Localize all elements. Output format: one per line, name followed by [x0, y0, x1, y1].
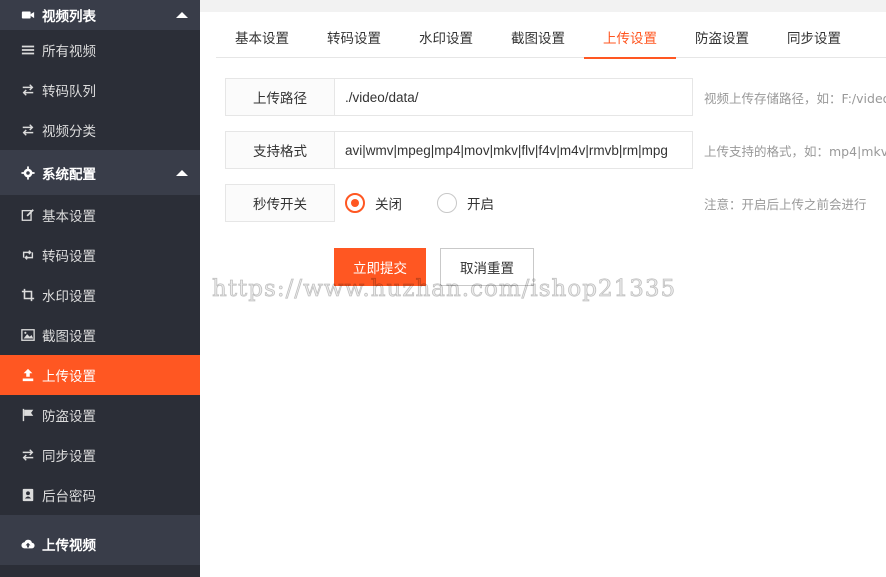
main-content: 基本设置 转码设置 水印设置 截图设置 上传设置 防盗设置 同步设置 上传路径 … [200, 0, 886, 577]
tab-basic[interactable]: 基本设置 [216, 16, 308, 58]
instant-upload-off-radio[interactable]: 关闭 [345, 184, 402, 222]
instant-upload-label: 秒传开关 [225, 184, 335, 222]
swap-arrows-icon [20, 122, 36, 138]
sidebar-item-label: 水印设置 [42, 289, 96, 305]
edit-icon [20, 207, 36, 223]
sidebar-item-transcode-settings[interactable]: 转码设置 [0, 235, 200, 275]
sidebar-item-label: 截图设置 [42, 329, 96, 345]
form-row-formats: 支持格式 avi|wmv|mpeg|mp4|mov|mkv|flv|f4v|m4… [225, 131, 886, 169]
radio-checked-icon [345, 193, 365, 213]
sidebar-item-label: 转码队列 [42, 84, 96, 100]
chevron-up-icon [176, 12, 188, 18]
reset-button[interactable]: 取消重置 [440, 248, 534, 286]
upload-path-tip: 视频上传存储路径，如：F:/video/data/ [704, 90, 886, 106]
image-icon [20, 327, 36, 343]
tab-antitheft[interactable]: 防盗设置 [676, 16, 768, 58]
formats-input[interactable]: avi|wmv|mpeg|mp4|mov|mkv|flv|f4v|m4v|rmv… [334, 131, 693, 169]
tab-screenshot[interactable]: 截图设置 [492, 16, 584, 58]
form-row-instant-upload: 秒传开关 关闭 开启 注意：开启后上传之前会进行 [225, 184, 886, 222]
formats-label: 支持格式 [225, 131, 335, 169]
radio-off-label: 关闭 [375, 197, 402, 213]
chevron-up-icon [176, 169, 188, 176]
list-icon [20, 42, 36, 58]
sidebar-item-sync-settings[interactable]: 同步设置 [0, 435, 200, 475]
sidebar-group-video-list[interactable]: 视频列表 [0, 0, 200, 30]
sidebar-item-label: 同步设置 [42, 449, 96, 465]
video-camera-icon [20, 7, 36, 23]
gear-icon [20, 165, 36, 181]
sidebar: 视频列表 所有视频 转码队列 视频分类 系统配置 基本设置 转码设置 水印设置 … [0, 0, 200, 577]
sidebar-group-label: 系统配置 [42, 166, 96, 183]
tab-upload[interactable]: 上传设置 [584, 16, 676, 59]
sidebar-item-label: 所有视频 [42, 44, 96, 60]
tab-watermark[interactable]: 水印设置 [400, 16, 492, 58]
cloud-upload-icon [20, 536, 36, 552]
sidebar-item-label: 基本设置 [42, 209, 96, 225]
sidebar-item-basic-settings[interactable]: 基本设置 [0, 195, 200, 235]
sidebar-item-label: 转码设置 [42, 249, 96, 265]
sidebar-item-antitheft-settings[interactable]: 防盗设置 [0, 395, 200, 435]
sidebar-group-label: 视频列表 [42, 9, 96, 25]
sidebar-submenu-video: 所有视频 转码队列 视频分类 [0, 30, 200, 150]
sidebar-item-label: 视频分类 [42, 124, 96, 140]
instant-upload-tip: 注意：开启后上传之前会进行 [704, 196, 867, 212]
sidebar-group-system-config[interactable]: 系统配置 [0, 150, 200, 195]
sidebar-item-all-videos[interactable]: 所有视频 [0, 30, 200, 70]
sidebar-item-transcode-queue[interactable]: 转码队列 [0, 70, 200, 110]
sidebar-item-label: 上传视频 [42, 538, 96, 554]
upload-icon [20, 367, 36, 383]
radio-on-label: 开启 [467, 197, 494, 213]
form-row-upload-path: 上传路径 ./video/data/ 视频上传存储路径，如：F:/video/d… [225, 78, 886, 116]
sidebar-item-admin-password[interactable]: 后台密码 [0, 475, 200, 515]
crop-icon [20, 287, 36, 303]
sidebar-bottom-strip [0, 565, 200, 577]
sidebar-item-label: 上传设置 [42, 369, 96, 385]
instant-upload-on-radio[interactable]: 开启 [437, 184, 494, 222]
tab-sync[interactable]: 同步设置 [768, 16, 860, 58]
sidebar-item-video-categories[interactable]: 视频分类 [0, 110, 200, 150]
formats-tip: 上传支持的格式，如：mp4|mkv [704, 143, 886, 159]
sidebar-item-upload-settings[interactable]: 上传设置 [0, 355, 200, 395]
sidebar-item-label: 后台密码 [42, 489, 96, 505]
swap-arrows-icon [20, 82, 36, 98]
top-strip [200, 0, 886, 12]
settings-tabs: 基本设置 转码设置 水印设置 截图设置 上传设置 防盗设置 同步设置 [216, 16, 886, 59]
sidebar-item-label: 防盗设置 [42, 409, 96, 425]
submit-button[interactable]: 立即提交 [334, 248, 426, 286]
radio-unchecked-icon [437, 193, 457, 213]
contact-card-icon [20, 487, 36, 503]
sidebar-item-watermark-settings[interactable]: 水印设置 [0, 275, 200, 315]
sidebar-submenu-config: 基本设置 转码设置 水印设置 截图设置 上传设置 防盗设置 同步设置 后台密码 [0, 195, 200, 515]
tab-transcode[interactable]: 转码设置 [308, 16, 400, 58]
sidebar-item-screenshot-settings[interactable]: 截图设置 [0, 315, 200, 355]
sidebar-item-upload-video[interactable]: 上传视频 [0, 523, 200, 565]
flag-icon [20, 407, 36, 423]
upload-path-input[interactable]: ./video/data/ [334, 78, 693, 116]
upload-path-label: 上传路径 [225, 78, 335, 116]
swap-arrows-icon [20, 447, 36, 463]
retweet-icon [20, 247, 36, 263]
